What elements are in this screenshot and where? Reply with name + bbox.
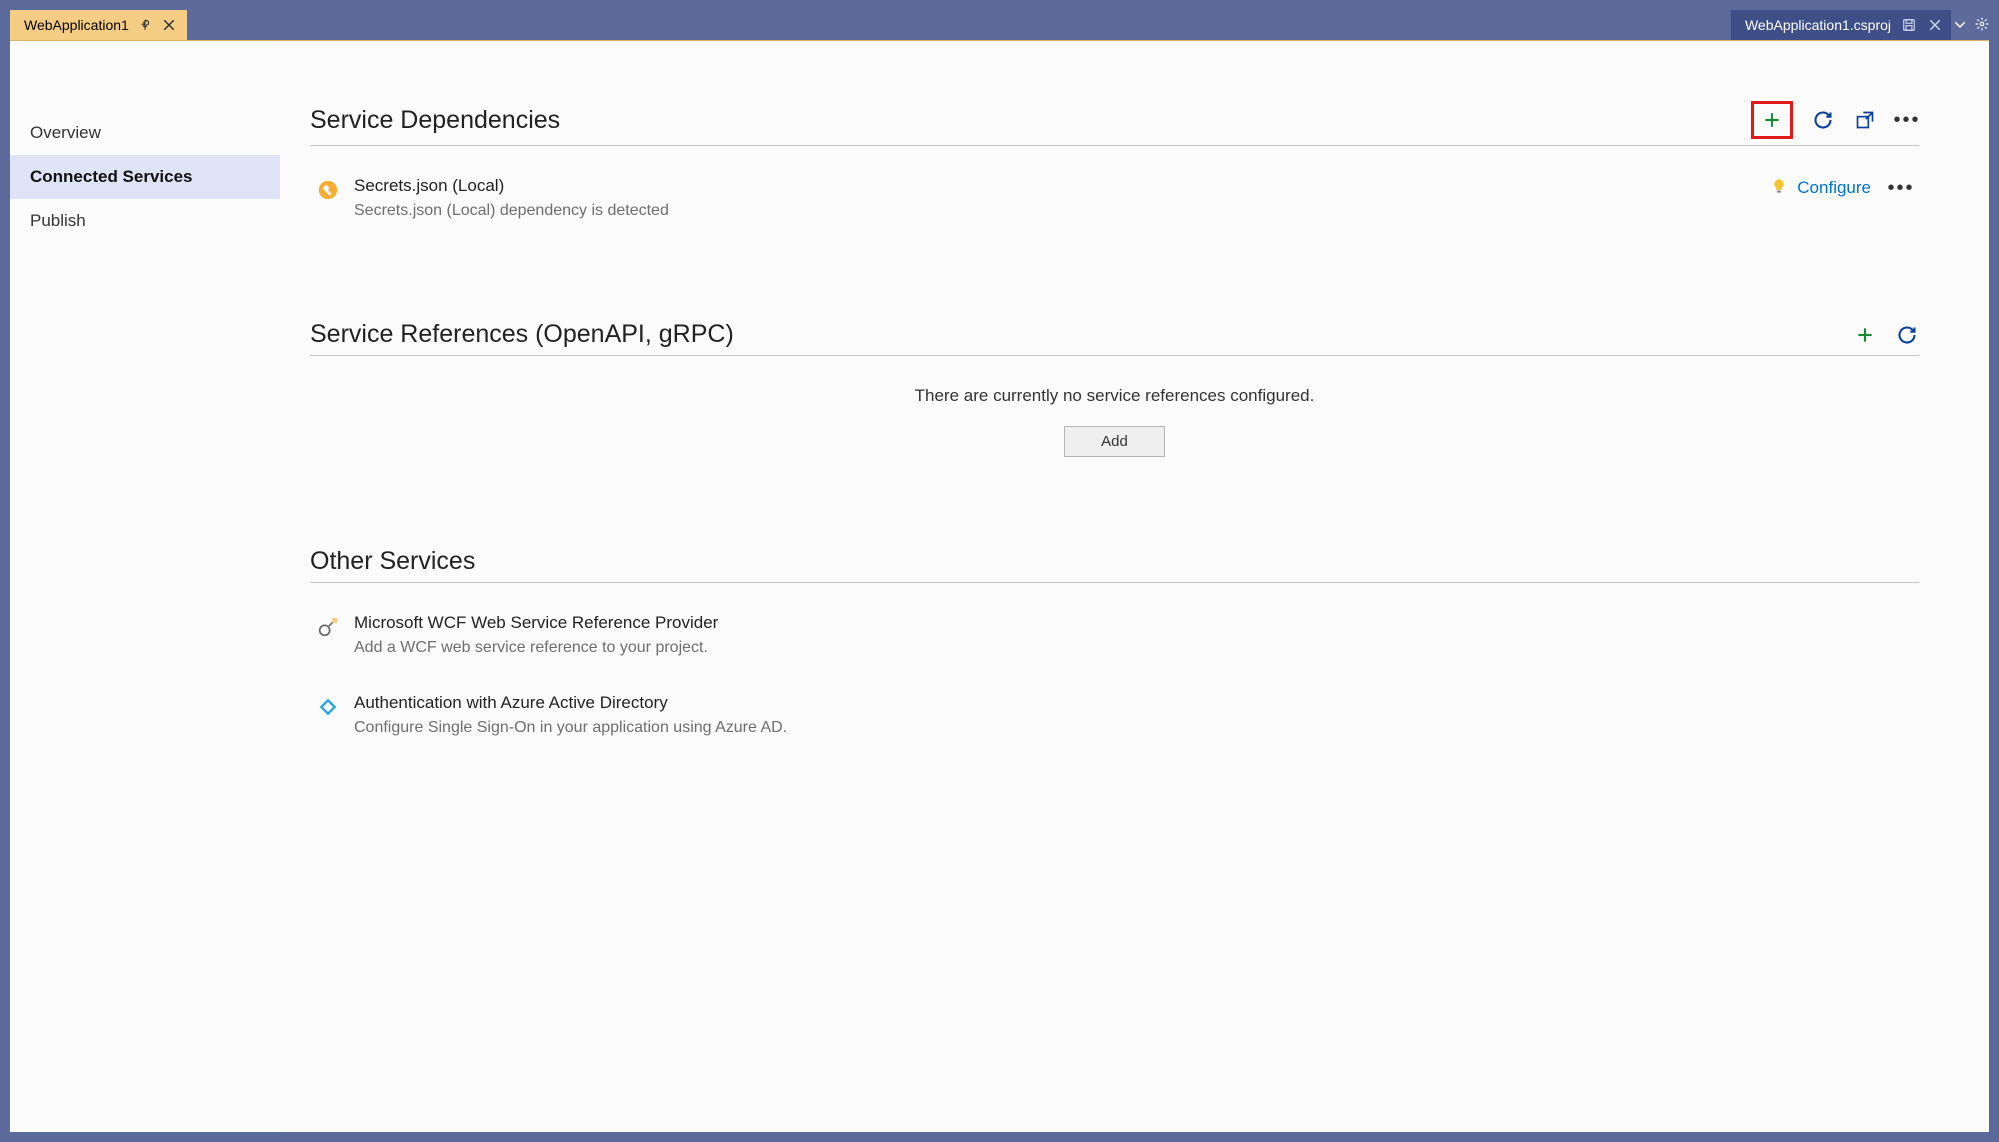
plus-icon[interactable]: [1760, 108, 1784, 132]
sidebar-item-label: Publish: [30, 211, 86, 230]
service-dependencies-section: Service Dependencies •: [310, 101, 1919, 230]
other-services-section: Other Services Microsoft WCF Web Service…: [310, 547, 1919, 747]
other-title: Microsoft WCF Web Service Reference Prov…: [354, 613, 718, 633]
bulb-icon: [1771, 178, 1787, 199]
more-icon[interactable]: •••: [1895, 108, 1919, 132]
expand-icon[interactable]: [1853, 108, 1877, 132]
tab-webapplication1[interactable]: WebApplication1: [10, 10, 187, 40]
add-dependency-highlight: [1751, 101, 1793, 139]
tab-label: WebApplication1: [24, 17, 129, 33]
pin-icon[interactable]: [137, 17, 153, 33]
sidebar-item-overview[interactable]: Overview: [10, 111, 280, 155]
wcf-icon: [316, 615, 340, 639]
sidebar-item-publish[interactable]: Publish: [10, 199, 280, 243]
secrets-icon: [316, 178, 340, 202]
tab-csproj[interactable]: WebApplication1.csproj: [1731, 10, 1951, 40]
refresh-icon[interactable]: [1811, 108, 1835, 132]
dependency-item: Secrets.json (Local) Secrets.json (Local…: [310, 166, 1919, 230]
refresh-icon[interactable]: [1895, 323, 1919, 347]
chevron-down-icon[interactable]: [1955, 18, 1965, 33]
sidebar: Overview Connected Services Publish: [10, 41, 280, 1132]
close-icon[interactable]: [161, 17, 177, 33]
other-service-item[interactable]: Microsoft WCF Web Service Reference Prov…: [310, 603, 1919, 667]
sidebar-item-label: Overview: [30, 123, 101, 142]
configure-link[interactable]: Configure: [1771, 178, 1871, 199]
gear-icon[interactable]: [1975, 17, 1989, 34]
sidebar-item-connected-services[interactable]: Connected Services: [10, 155, 280, 199]
other-desc: Add a WCF web service reference to your …: [354, 639, 718, 657]
azure-ad-icon: [316, 695, 340, 719]
close-icon[interactable]: [1927, 17, 1943, 33]
add-button[interactable]: Add: [1064, 426, 1165, 457]
empty-message: There are currently no service reference…: [310, 386, 1919, 406]
section-title: Other Services: [310, 547, 475, 576]
save-icon[interactable]: [1901, 17, 1917, 33]
main-content: Service Dependencies •: [280, 41, 1989, 1132]
tab-strip: WebApplication1 WebApplication1.csproj: [10, 10, 1989, 40]
other-desc: Configure Single Sign-On in your applica…: [354, 719, 787, 737]
other-title: Authentication with Azure Active Directo…: [354, 693, 787, 713]
sidebar-item-label: Connected Services: [30, 167, 193, 186]
service-references-section: Service References (OpenAPI, gRPC) There…: [310, 320, 1919, 457]
more-icon[interactable]: •••: [1889, 176, 1913, 200]
dependency-desc: Secrets.json (Local) dependency is detec…: [354, 202, 1771, 220]
dependency-title: Secrets.json (Local): [354, 176, 1771, 196]
plus-icon[interactable]: [1853, 323, 1877, 347]
other-service-item[interactable]: Authentication with Azure Active Directo…: [310, 683, 1919, 747]
configure-label: Configure: [1797, 178, 1871, 198]
section-title: Service Dependencies: [310, 106, 560, 135]
section-title: Service References (OpenAPI, gRPC): [310, 320, 734, 349]
tab-right-label: WebApplication1.csproj: [1745, 17, 1891, 33]
